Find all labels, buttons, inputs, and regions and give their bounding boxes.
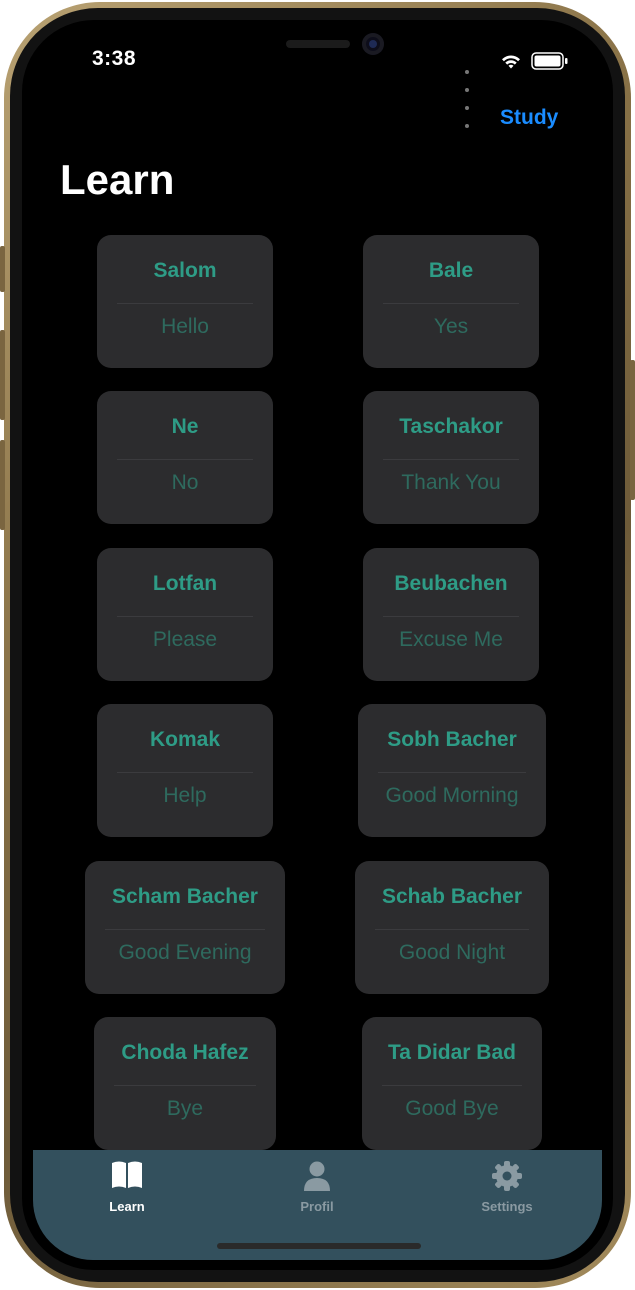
tab-learn-label: Learn xyxy=(109,1199,145,1214)
card-meaning: Thank You xyxy=(401,471,501,494)
card-meaning: Good Morning xyxy=(385,784,519,807)
card-term: Komak xyxy=(149,728,221,751)
volume-down-button xyxy=(0,440,5,530)
card-meaning: Help xyxy=(163,784,207,807)
card-divider xyxy=(117,772,253,773)
card-meaning: Yes xyxy=(433,315,469,338)
card-divider xyxy=(383,616,519,617)
phrase-card[interactable]: Ne No xyxy=(97,391,273,524)
card-divider xyxy=(105,929,265,930)
signal-dots-icon xyxy=(465,61,472,133)
page-title: Learn xyxy=(60,156,175,203)
phrase-card[interactable]: Bale Yes xyxy=(363,235,539,368)
power-button xyxy=(630,360,635,500)
silent-switch xyxy=(0,246,5,292)
card-meaning: Good Bye xyxy=(405,1097,499,1120)
card-divider xyxy=(114,1085,256,1086)
card-divider xyxy=(382,1085,522,1086)
phrase-card[interactable]: Lotfan Please xyxy=(97,548,273,681)
tab-profil[interactable]: Profil xyxy=(247,1150,387,1230)
home-indicator xyxy=(217,1243,421,1249)
book-icon xyxy=(57,1160,197,1194)
front-camera-icon xyxy=(362,33,384,55)
card-meaning: Good Night xyxy=(398,941,506,964)
phrase-card[interactable]: Scham Bacher Good Evening xyxy=(85,861,285,994)
card-divider xyxy=(117,303,253,304)
phrase-card[interactable]: Schab Bacher Good Night xyxy=(355,861,549,994)
tab-settings-label: Settings xyxy=(481,1199,533,1214)
phrase-card[interactable]: Ta Didar Bad Good Bye xyxy=(362,1017,542,1150)
status-time: 3:38 xyxy=(92,47,137,70)
card-term: Taschakor xyxy=(399,415,503,438)
card-term: Salom xyxy=(153,259,217,282)
battery-icon xyxy=(531,52,568,70)
person-icon xyxy=(247,1160,387,1194)
screen: 3:38 Study Learn Salom Hello Bale Yes Ne No Ta… xyxy=(22,20,613,1270)
volume-up-button xyxy=(0,330,5,420)
card-term: Scham Bacher xyxy=(112,885,258,908)
phrase-card[interactable]: Salom Hello xyxy=(97,235,273,368)
card-divider xyxy=(375,929,529,930)
phrase-card[interactable]: Taschakor Thank You xyxy=(363,391,539,524)
phrase-card[interactable]: Choda Hafez Bye xyxy=(94,1017,276,1150)
wifi-icon xyxy=(502,55,520,69)
earpiece-speaker xyxy=(286,40,350,48)
card-term: Ta Didar Bad xyxy=(388,1041,516,1064)
card-term: Sobh Bacher xyxy=(387,728,517,751)
card-term: Ne xyxy=(171,415,199,438)
card-meaning: Bye xyxy=(166,1097,204,1120)
card-term: Lotfan xyxy=(152,572,218,595)
card-divider xyxy=(117,459,253,460)
phrase-card[interactable]: Komak Help xyxy=(97,704,273,837)
phrase-card[interactable]: Sobh Bacher Good Morning xyxy=(358,704,546,837)
tab-profil-label: Profil xyxy=(300,1199,334,1214)
card-meaning: Excuse Me xyxy=(399,628,503,651)
tab-settings[interactable]: Settings xyxy=(437,1150,577,1230)
gear-icon xyxy=(437,1160,577,1194)
card-divider xyxy=(378,772,526,773)
card-divider xyxy=(383,459,519,460)
tab-learn[interactable]: Learn xyxy=(57,1150,197,1230)
phrase-card[interactable]: Beubachen Excuse Me xyxy=(363,548,539,681)
card-divider xyxy=(117,616,253,617)
study-button[interactable]: Study xyxy=(500,106,558,130)
card-term: Beubachen xyxy=(394,572,508,595)
card-term: Bale xyxy=(428,259,474,282)
card-meaning: Good Evening xyxy=(118,941,252,964)
card-term: Choda Hafez xyxy=(121,1041,249,1064)
card-meaning: Please xyxy=(152,628,218,651)
card-meaning: Hello xyxy=(161,315,209,338)
card-term: Schab Bacher xyxy=(381,885,523,908)
card-divider xyxy=(383,303,519,304)
card-meaning: No xyxy=(171,471,199,494)
